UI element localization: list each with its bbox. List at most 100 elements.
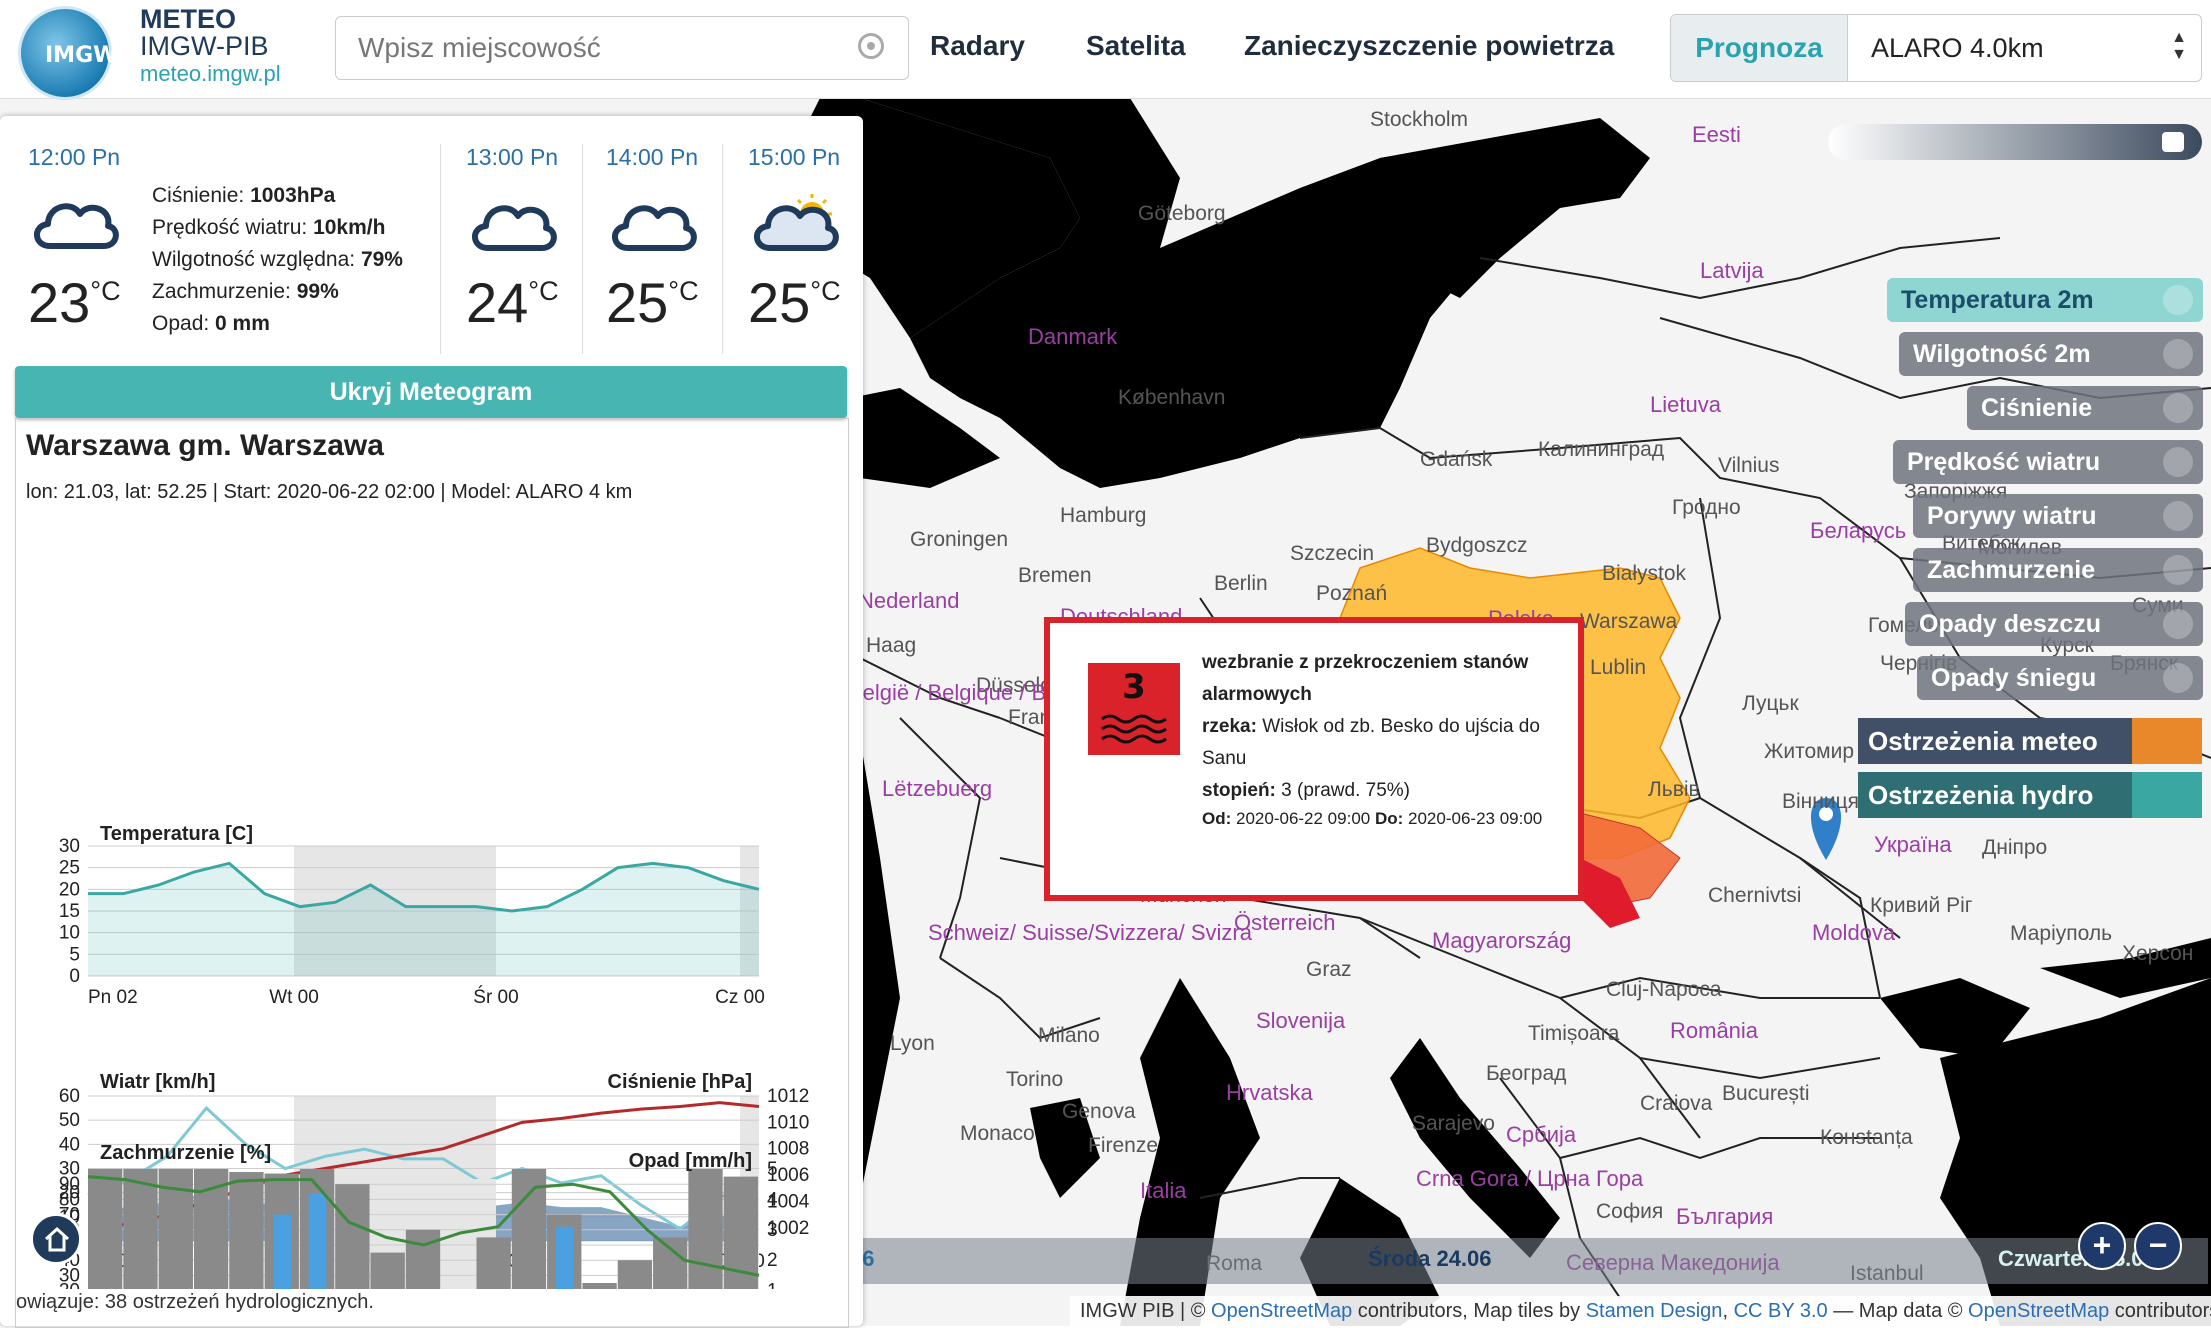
meteogram-charts: 051015202530Temperatura [C]Pn 02 Wt 00 Śr … — [59, 823, 810, 1289]
map-label: Bydgoszcz — [1426, 534, 1528, 557]
zoom-in-button[interactable]: + — [2078, 1222, 2126, 1270]
cc-link[interactable]: CC BY 3.0 — [1734, 1300, 1828, 1322]
detail-row: Opad: 0 mm — [152, 312, 270, 335]
osm-link[interactable]: OpenStreetMap — [1211, 1300, 1352, 1322]
cloud-bar — [405, 1229, 441, 1289]
popup-title: wezbranie z przekroczeniem stanów alarmo… — [1202, 652, 1529, 705]
hydro-warnings-note[interactable]: owiązuje: 38 ostrzeżeń hydrologicznych. — [16, 1291, 374, 1314]
map-label: Haag — [866, 634, 917, 657]
timeline-bar[interactable]: 06 Środa 24.06 Czwartek 25.06 — [848, 1238, 2208, 1284]
hour-time: 14:00 Pn — [606, 144, 699, 170]
select-arrows-icon[interactable]: ▲ ▼ — [2171, 29, 2187, 63]
logo-text: IMGW — [45, 43, 118, 68]
warn-meteo-button[interactable]: Ostrzeżenia meteo — [1858, 718, 2202, 764]
chart-title: Temperatura [C] — [100, 823, 253, 845]
popup-dates: Od: 2020-06-22 09:00 Do: 2020-06-23 09:0… — [1202, 809, 1543, 828]
opacity-slider[interactable] — [1828, 124, 2202, 160]
cloud-bar — [370, 1252, 405, 1289]
warn-hydro-button[interactable]: Ostrzeżenia hydro — [1858, 772, 2202, 818]
wind-gust-icon — [2163, 501, 2193, 531]
layer-label: Zachmurzenie — [1927, 556, 2096, 584]
map-label: Vilnius — [1718, 454, 1780, 477]
map-label: București — [1722, 1082, 1810, 1105]
hydro-warning-popup[interactable]: 3 wezbranie z przekroczeniem stanów alar… — [1044, 617, 1584, 901]
precip-bar — [555, 1226, 574, 1289]
home-icon — [44, 1226, 70, 1252]
model-select[interactable]: ALARO 4.0km — [1871, 15, 2044, 81]
layer-label: Wilgotność 2m — [1913, 340, 2091, 368]
map-label: Београд — [1486, 1062, 1567, 1085]
location-search-input[interactable] — [335, 16, 909, 80]
checkbox-icon[interactable] — [2162, 132, 2184, 152]
imgw-logo[interactable]: IMGW — [18, 6, 117, 100]
layer-button[interactable]: Opady śniegu — [1917, 656, 2203, 700]
y-tick-label: 20 — [59, 879, 80, 900]
waves-icon — [2132, 772, 2202, 818]
y-tick-label: 90 — [59, 1174, 80, 1195]
flood-warning-icon: 3 — [1088, 663, 1180, 755]
timeline-right[interactable]: Czwartek 25.06 — [1998, 1246, 2156, 1272]
map-label: Hrvatska — [1226, 1080, 1313, 1105]
layer-button[interactable]: Opady deszczu — [1905, 602, 2203, 646]
layer-button[interactable]: Temperatura 2m — [1887, 278, 2203, 322]
hour-time: 15:00 Pn — [748, 144, 841, 170]
y2-tick-label: 2 — [767, 1250, 778, 1271]
map-label: Göteborg — [1138, 202, 1226, 225]
detail-row: Prędkość wiatru: 10km/h — [152, 216, 386, 239]
y2-tick-label: 1010 — [767, 1112, 809, 1133]
hour-temp: 25°C — [606, 271, 699, 334]
detail-row: Wilgotność względna: 79% — [152, 248, 403, 271]
map-label: România — [1670, 1018, 1759, 1043]
brand[interactable]: METEO IMGW-PIB meteo.imgw.pl — [140, 6, 281, 87]
popup-text: wezbranie z przekroczeniem stanów alarmo… — [1202, 647, 1572, 831]
nav-satelita[interactable]: Satelita — [1086, 30, 1186, 62]
map-label: Crna Gora / Црна Гора — [1416, 1166, 1644, 1191]
cloud-bar — [335, 1184, 370, 1289]
hour-forecast[interactable]: 15:00 Pn 25°C — [748, 144, 841, 334]
brand-line1: METEO — [140, 4, 237, 34]
map-label: Nederland — [858, 588, 960, 613]
stamen-link[interactable]: Stamen Design — [1586, 1300, 1723, 1322]
locate-icon[interactable] — [858, 33, 884, 59]
hour-temp: 25°C — [748, 271, 841, 334]
map-label: Groningen — [910, 528, 1009, 551]
popup-river: rzeka: Wisłok od zb. Besko do ujścia do … — [1202, 716, 1540, 769]
y2-tick-label: 1 — [767, 1281, 778, 1289]
layer-label: Porywy wiatru — [1927, 502, 2097, 530]
timeline-mid[interactable]: Środa 24.06 — [1368, 1246, 1492, 1272]
tab-prognoza[interactable]: Prognoza — [1671, 15, 1848, 81]
layer-button[interactable]: Ciśnienie — [1967, 386, 2203, 430]
map-label: Latvija — [1700, 258, 1764, 283]
nav-radary[interactable]: Radary — [930, 30, 1025, 62]
detail-row: Zachmurzenie: 99% — [152, 280, 339, 303]
attribution: IMGW PIB | © OpenStreetMap contributors,… — [1070, 1296, 2211, 1326]
y2-tick-label: 1012 — [767, 1086, 809, 1107]
y-tick-label: 30 — [59, 836, 80, 857]
hour-forecast[interactable]: 13:00 Pn 24°C — [466, 144, 559, 334]
cloud-bar — [688, 1169, 723, 1289]
layer-button[interactable]: Prędkość wiatru — [1893, 440, 2203, 484]
layer-button[interactable]: Porywy wiatru — [1913, 494, 2203, 538]
map-label: Szczecin — [1290, 542, 1375, 565]
map-label: Schweiz/ Suisse/Svizzera/ Svizra — [928, 920, 1252, 945]
y-tick-label: 25 — [59, 858, 80, 879]
map-label: Magyarország — [1432, 928, 1572, 953]
current-temp: 23°C — [28, 271, 121, 334]
nav-zanieczyszczenie[interactable]: Zanieczyszczenie powietrza — [1244, 30, 1614, 62]
map-label: Україна — [1874, 832, 1952, 857]
y-tick-label: 60 — [59, 1086, 80, 1107]
layer-button[interactable]: Wilgotność 2m — [1899, 332, 2203, 376]
map-label: Berlin — [1214, 572, 1268, 595]
zoom-out-button[interactable]: − — [2134, 1222, 2182, 1270]
layer-label: Temperatura 2m — [1901, 286, 2094, 314]
map-label: Bremen — [1018, 564, 1092, 587]
hide-meteogram-button[interactable]: Ukryj Meteogram — [15, 366, 847, 418]
snowflake-icon — [2163, 663, 2193, 693]
osm-link-2[interactable]: OpenStreetMap — [1968, 1300, 2109, 1322]
map-label: Slovenija — [1256, 1008, 1346, 1033]
hour-forecast[interactable]: 14:00 Pn 25°C — [606, 144, 699, 334]
current-forecast: 12:00 Pn 23°C — [28, 144, 121, 334]
y-tick-label: 10 — [59, 923, 80, 944]
home-button[interactable] — [30, 1213, 82, 1265]
layer-button[interactable]: Zachmurzenie — [1913, 548, 2203, 592]
